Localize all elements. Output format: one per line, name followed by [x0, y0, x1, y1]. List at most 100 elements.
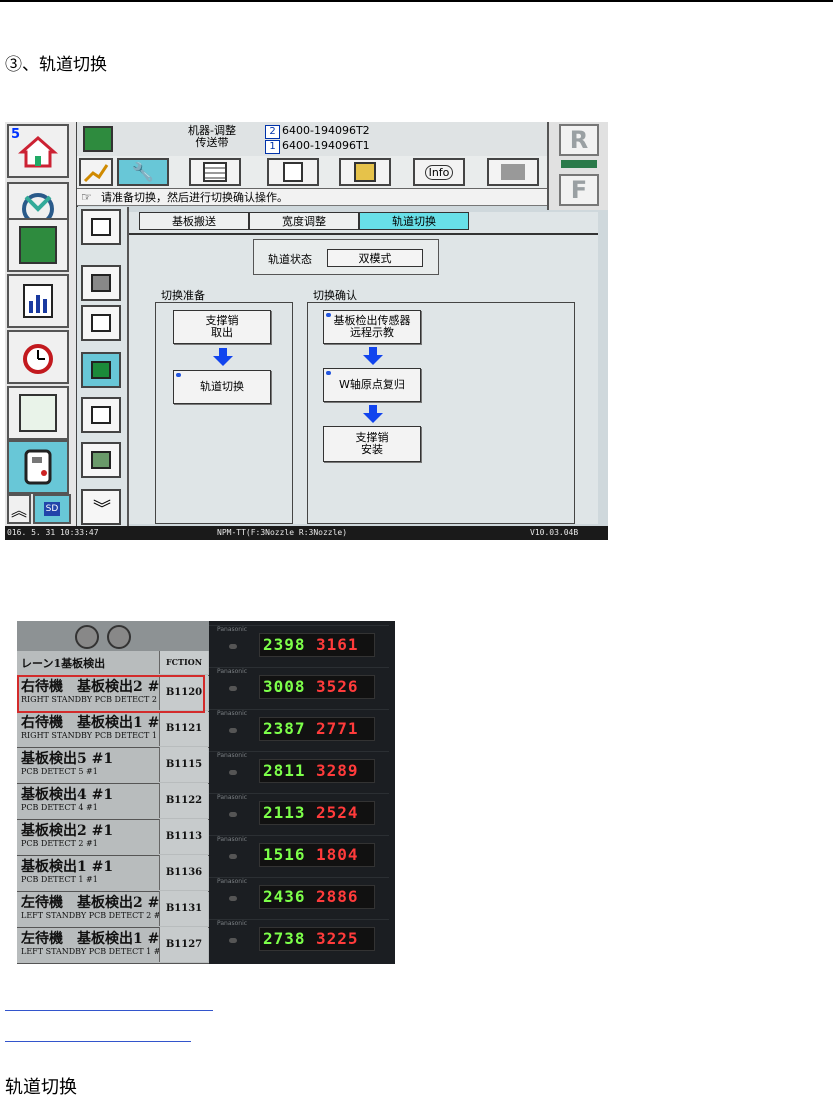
install-support-pin-label: 支撑销 安装 [355, 431, 389, 456]
digital-display: 2738 3225 [259, 927, 375, 951]
link-underline-2[interactable] [5, 1040, 191, 1042]
rear-button[interactable]: R [559, 124, 599, 156]
sensor-label-row: 基板検出5 #1 PCB DETECT 5 #1 B1115 [17, 747, 209, 784]
status-datetime: 016. 5. 31 10:33:47 [7, 528, 99, 537]
status-version: V10.03.04B [530, 528, 579, 537]
scroll-up-button[interactable]: ︽ [7, 494, 31, 524]
sensor-label-jp: 基板検出4 #1 [21, 787, 114, 803]
tool-adjust-button[interactable]: 🔧 [117, 158, 169, 186]
instruction-text: 请准备切换，然后进行切换确认操作。 [101, 191, 288, 204]
front-button[interactable]: F [559, 174, 599, 206]
data-button[interactable] [7, 386, 69, 440]
home-button[interactable]: 5 [7, 124, 69, 178]
amplifier-unit: Panasonic 1516 1804 [209, 835, 389, 876]
sd-card-icon: SD [43, 502, 61, 516]
amplifier-unit: Panasonic 2113 2524 [209, 793, 389, 834]
sensor-label-code: B1131 [159, 891, 208, 926]
sd-card-button[interactable]: SD [33, 494, 71, 524]
brand-text: Panasonic [217, 878, 248, 885]
lane-state-value: 双模式 [327, 249, 423, 267]
conveyor-small-icon [91, 361, 111, 379]
machine-button[interactable] [7, 440, 69, 494]
sensor-teach-label: 基板检出传感器 远程示教 [333, 314, 411, 339]
amplifier-unit: Panasonic 3008 3526 [209, 667, 389, 708]
green-reading: 2738 [263, 929, 306, 948]
section-title: ③、轨道切换 [5, 55, 107, 75]
sensor-label-row: 右待機 基板検出1 #1 RIGHT STANDBY PCB DETECT 1 #… [17, 711, 209, 748]
tool-small-icon [91, 274, 111, 292]
amplifier-unit: Panasonic 2436 2886 [209, 877, 389, 918]
digital-display: 3008 3526 [259, 675, 375, 699]
sensor-label-jp: 基板検出2 #1 [21, 823, 114, 839]
red-reading: 2886 [316, 887, 359, 906]
sensor-label-row: 左待機 基板検出1 #1 LEFT STANDBY PCB DETECT 1 #1… [17, 927, 209, 964]
confirm-group-label: 切换确认 [313, 289, 357, 302]
amplifier-unit: Panasonic 2398 3161 [209, 625, 389, 666]
w-axis-home-button[interactable]: W轴原点复归 [323, 368, 421, 402]
tab-lane-switch[interactable]: 轨道切换 [359, 212, 469, 230]
lane-select-button[interactable] [487, 158, 539, 186]
green-reading: 2398 [263, 635, 306, 654]
info-button[interactable]: Info [413, 158, 465, 186]
link-underline-1[interactable] [5, 1009, 213, 1011]
sub-nozzle-button[interactable] [81, 397, 121, 433]
remove-support-pin-button[interactable]: 支撑销 取出 [173, 310, 271, 344]
sub-feeder-button[interactable] [81, 305, 121, 341]
indicator-led [229, 938, 237, 943]
sensor-label-code: B1122 [159, 783, 208, 818]
amplifier-unit: Panasonic 2738 3225 [209, 919, 389, 960]
double-chevron-down-icon: ︾ [93, 499, 111, 520]
indicator-led [229, 896, 237, 901]
amplifier-unit: Panasonic 2811 3289 [209, 751, 389, 792]
pcb-button[interactable] [7, 218, 69, 272]
brand-text: Panasonic [217, 710, 248, 717]
plate-header-text: レーン1基板検出 [21, 657, 106, 670]
alarm-clock-icon [23, 344, 53, 374]
prep-group-label: 切换准备 [161, 289, 205, 302]
brand-text: Panasonic [217, 836, 248, 843]
alarm-button[interactable] [7, 330, 69, 384]
photo-top-plate [17, 621, 209, 651]
sensor-teach-button[interactable]: 基板检出传感器 远程示教 [323, 310, 421, 344]
scroll-down-button[interactable]: ︾ [81, 489, 121, 525]
install-support-pin-button[interactable]: 支撑销 安装 [323, 426, 421, 462]
report-button[interactable] [7, 274, 69, 328]
status-dot [326, 313, 331, 317]
indicator-led [229, 854, 237, 859]
lane-state-box: 轨道状态 双模式 [253, 239, 439, 275]
green-reading: 2387 [263, 719, 306, 738]
sensor-amplifier-photo: レーン1基板検出 FCTION 右待機 基板検出2 #1 RIGHT STANDB… [17, 621, 395, 964]
sensor-label-row: 基板検出1 #1 PCB DETECT 1 #1 B1136 [17, 855, 209, 892]
lane-switch-button[interactable]: 轨道切换 [173, 370, 271, 404]
sub-machine-button[interactable] [81, 209, 121, 245]
list-button[interactable] [189, 158, 241, 186]
plate-header: レーン1基板検出 FCTION [17, 651, 209, 676]
head-indicator [561, 160, 597, 168]
digital-display: 2436 2886 [259, 885, 375, 909]
setup-button[interactable] [339, 158, 391, 186]
trend-arrow-icon [83, 164, 109, 183]
lane-2-row: 2 6400-194096T2 [265, 124, 370, 139]
front-rear-panel: R F [547, 122, 608, 210]
tab-width-adjust[interactable]: 宽度调整 [249, 212, 359, 230]
sensor-label-jp: 基板検出1 #1 [21, 859, 114, 875]
file-button[interactable] [267, 158, 319, 186]
chart-report-icon [23, 284, 53, 318]
floppy-icon [283, 162, 303, 182]
digital-display: 2387 2771 [259, 717, 375, 741]
sensor-label-code: B1121 [159, 711, 208, 746]
sub-camera-button[interactable] [81, 442, 121, 478]
lane-2-program: 6400-194096T2 [282, 124, 370, 137]
sensor-label-code: B1136 [159, 855, 208, 890]
tab-pcb-transfer[interactable]: 基板搬送 [139, 212, 249, 230]
pcb-setup-icon [354, 162, 376, 182]
machine-mode-label: 机器-调整 传送带 [157, 125, 267, 149]
indicator-led [229, 812, 237, 817]
label-plate: レーン1基板検出 FCTION 右待機 基板検出2 #1 RIGHT STANDB… [17, 651, 209, 964]
digital-display: 2811 3289 [259, 759, 375, 783]
sensor-label-jp: 基板検出5 #1 [21, 751, 114, 767]
trend-button[interactable] [79, 158, 113, 186]
sub-conveyor-button[interactable] [81, 352, 121, 388]
red-reading: 3289 [316, 761, 359, 780]
sub-tool-button[interactable] [81, 265, 121, 301]
